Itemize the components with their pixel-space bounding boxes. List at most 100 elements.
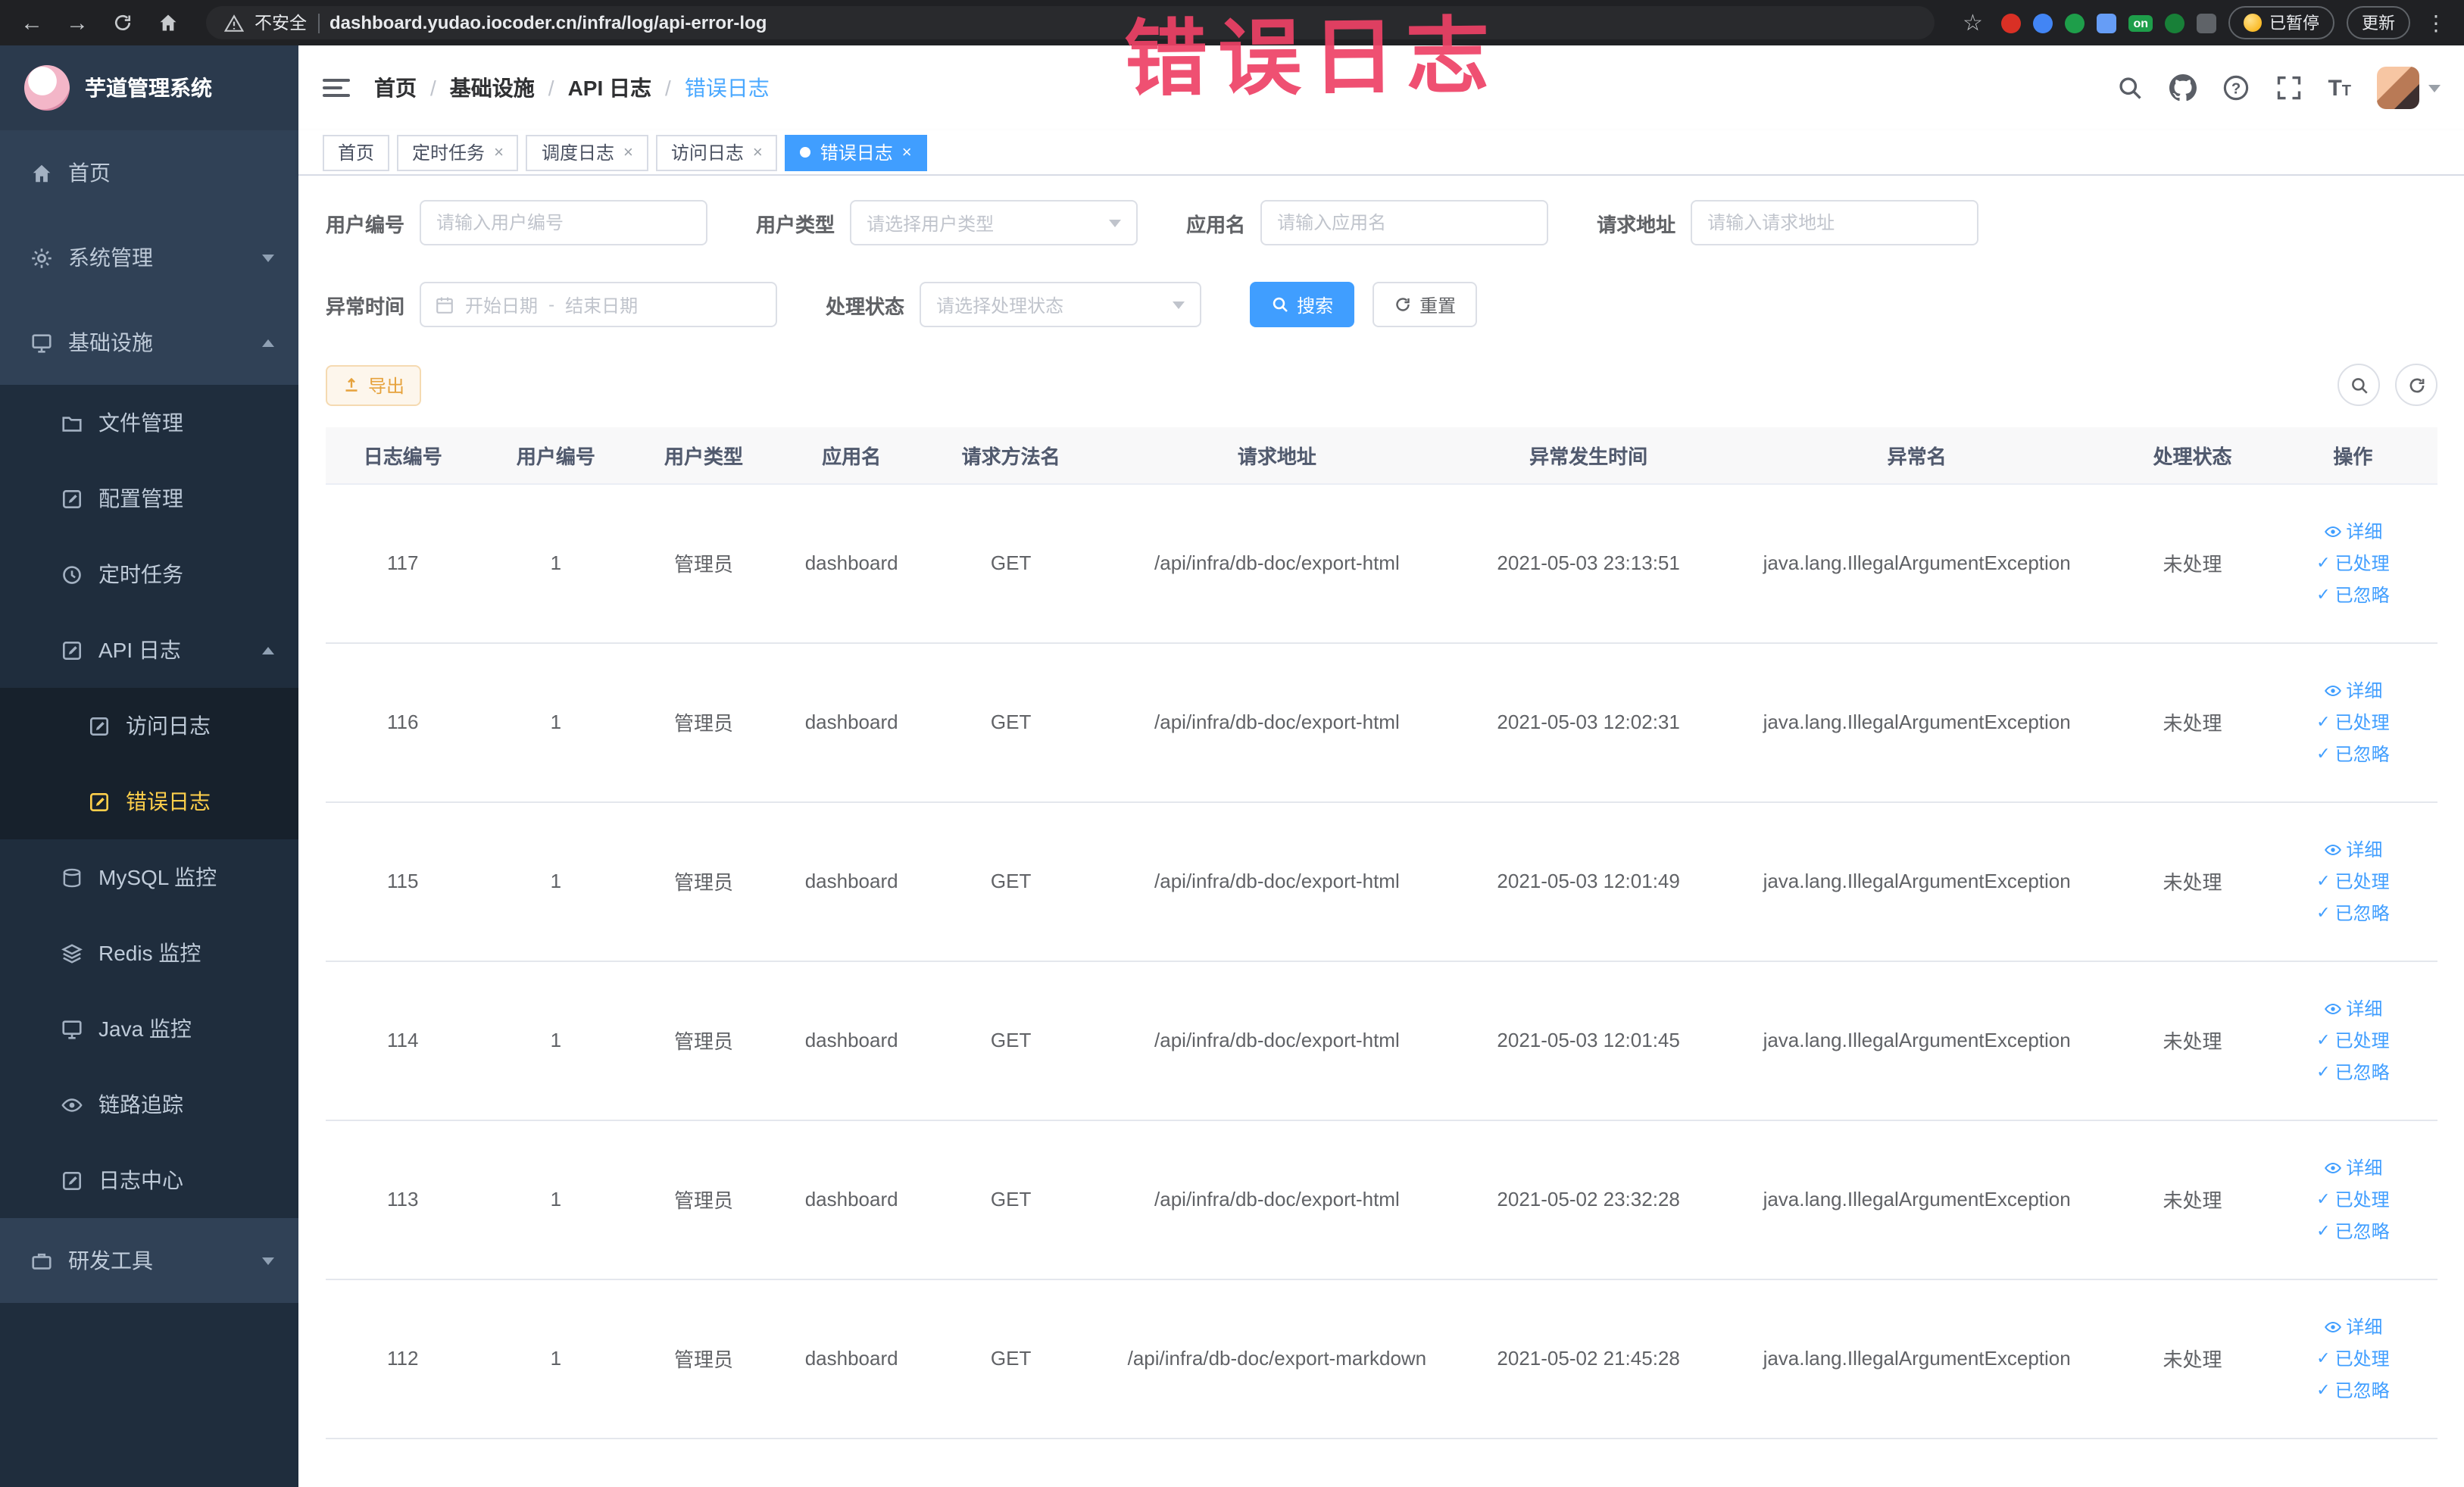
browser-menu-icon[interactable]: ⋮ [2422, 10, 2450, 36]
search-button[interactable]: 搜索 [1250, 282, 1355, 327]
sidebar-item-infrastructure[interactable]: 基础设施 [0, 300, 298, 385]
fullscreen-icon[interactable] [2275, 74, 2302, 102]
browser-back-icon[interactable]: ← [15, 6, 48, 39]
process-status-select[interactable]: 请选择处理状态 [920, 282, 1202, 327]
tab-schedule-log[interactable]: 调度日志 × [526, 134, 648, 170]
close-icon[interactable]: × [623, 143, 633, 161]
mark-processed-link[interactable]: ✓ 已处理 [2316, 709, 2389, 735]
extension-icon-4[interactable] [2097, 13, 2117, 33]
cell-app: dashboard [775, 961, 928, 1120]
app-logo[interactable]: 芋道管理系统 [0, 45, 298, 130]
detail-link[interactable]: 详细 [2323, 995, 2382, 1021]
sidebar-item-tracing[interactable]: 链路追踪 [0, 1067, 298, 1142]
screen: ← → 不安全 dashboard.yudao.iocoder.cn/infra… [0, 0, 2464, 1487]
font-size-icon[interactable]: TT [2328, 75, 2351, 101]
breadcrumb: 首页 / 基础设施 / API 日志 / 错误日志 [374, 73, 770, 103]
mark-ignored-link[interactable]: ✓ 已忽略 [2316, 1059, 2389, 1085]
sidebar-item-file-mgmt[interactable]: 文件管理 [0, 385, 298, 461]
sidebar-item-label: 系统管理 [68, 245, 153, 270]
close-icon[interactable]: × [753, 143, 763, 161]
mark-processed-link[interactable]: ✓ 已处理 [2316, 1186, 2389, 1212]
cell-exception: java.lang.IllegalArgumentException [1717, 483, 2117, 643]
mark-processed-link[interactable]: ✓ 已处理 [2316, 1027, 2389, 1053]
detail-link[interactable]: 详细 [2323, 1154, 2382, 1180]
cell-app: dashboard [775, 483, 928, 643]
extension-icon-5[interactable] [2165, 13, 2184, 33]
sidebar-item-config-mgmt[interactable]: 配置管理 [0, 461, 298, 536]
user-id-input[interactable] [420, 200, 708, 245]
extension-icon-2[interactable] [2033, 13, 2053, 33]
security-label[interactable]: 不安全 [255, 11, 307, 35]
github-icon[interactable] [2169, 74, 2197, 102]
browser-home-icon[interactable] [151, 6, 185, 39]
mark-processed-link[interactable]: ✓ 已处理 [2316, 1345, 2389, 1371]
mark-ignored-link[interactable]: ✓ 已忽略 [2316, 582, 2389, 608]
mark-ignored-link[interactable]: ✓ 已忽略 [2316, 900, 2389, 926]
close-icon[interactable]: × [902, 143, 912, 161]
user-type-select[interactable]: 请选择用户类型 [850, 200, 1138, 245]
toggle-search-button[interactable] [2338, 364, 2380, 406]
mark-ignored-link[interactable]: ✓ 已忽略 [2316, 741, 2389, 767]
paused-badge[interactable]: 已暂停 [2228, 6, 2334, 39]
sidebar-item-label: 链路追踪 [98, 1092, 183, 1117]
mark-ignored-link[interactable]: ✓ 已忽略 [2316, 1377, 2389, 1403]
refresh-table-button[interactable] [2395, 364, 2437, 406]
address-bar[interactable]: 不安全 dashboard.yudao.iocoder.cn/infra/log… [206, 6, 1935, 39]
tab-scheduled-jobs[interactable]: 定时任务 × [397, 134, 519, 170]
breadcrumb-home[interactable]: 首页 [374, 73, 417, 103]
mark-processed-link[interactable]: ✓ 已处理 [2316, 868, 2389, 894]
sidebar-item-home[interactable]: 首页 [0, 130, 298, 215]
breadcrumb-infrastructure[interactable]: 基础设施 [450, 73, 535, 103]
detail-link[interactable]: 详细 [2323, 518, 2382, 544]
eye-icon [2324, 1161, 2341, 1173]
bookmark-star-icon[interactable]: ☆ [1956, 6, 1989, 39]
tab-access-log[interactable]: 访问日志 × [655, 134, 778, 170]
check-icon: ✓ [2316, 873, 2331, 891]
sidebar-item-log-center[interactable]: 日志中心 [0, 1142, 298, 1218]
breadcrumb-api-logs[interactable]: API 日志 [568, 73, 651, 103]
user-menu[interactable] [2377, 67, 2441, 109]
extension-on-badge[interactable]: on [2128, 14, 2153, 31]
cell-app: dashboard [775, 801, 928, 961]
mark-processed-link[interactable]: ✓ 已处理 [2316, 550, 2389, 576]
mark-ignored-link[interactable]: ✓ 已忽略 [2316, 1218, 2389, 1244]
browser-forward-icon[interactable]: → [61, 6, 94, 39]
app-name-input[interactable] [1260, 200, 1549, 245]
browser-reload-icon[interactable] [106, 6, 139, 39]
extension-icon-1[interactable] [2001, 13, 2022, 33]
detail-link[interactable]: 详细 [2323, 677, 2382, 703]
tab-error-log[interactable]: 错误日志 × [785, 134, 927, 170]
close-icon[interactable]: × [494, 143, 504, 161]
export-button[interactable]: 导出 [326, 364, 422, 405]
tab-home[interactable]: 首页 [323, 134, 390, 170]
extension-icon-3[interactable] [2065, 13, 2085, 33]
url-text[interactable]: dashboard.yudao.iocoder.cn/infra/log/api… [329, 12, 767, 33]
detail-label: 详细 [2346, 521, 2383, 542]
sidebar-item-dev-tools[interactable]: 研发工具 [0, 1218, 298, 1303]
sidebar-item-system-mgmt[interactable]: 系统管理 [0, 215, 298, 300]
help-icon[interactable]: ? [2222, 74, 2249, 102]
database-icon [61, 866, 83, 889]
hamburger-icon[interactable] [323, 79, 350, 97]
cell-status: 未处理 [2116, 483, 2269, 643]
cell-method: GET [927, 1120, 1095, 1279]
sidebar-item-redis-monitor[interactable]: Redis 监控 [0, 915, 298, 991]
sidebar-item-label: 首页 [68, 161, 111, 185]
sidebar-item-error-log[interactable]: 错误日志 [0, 764, 298, 839]
cell-exception: java.lang.IllegalArgumentException [1717, 1120, 2117, 1279]
extension-icon-6[interactable] [2197, 13, 2216, 33]
sidebar-item-access-log[interactable]: 访问日志 [0, 688, 298, 764]
search-icon[interactable] [2116, 74, 2143, 102]
sidebar-item-api-logs[interactable]: API 日志 [0, 612, 298, 688]
request-url-input[interactable] [1691, 200, 1979, 245]
detail-link[interactable]: 详细 [2323, 836, 2382, 862]
sidebar-item-scheduled-jobs[interactable]: 定时任务 [0, 536, 298, 612]
java-monitor-icon [61, 1017, 83, 1040]
sidebar-item-mysql-monitor[interactable]: MySQL 监控 [0, 839, 298, 915]
exception-time-range-picker[interactable]: 开始日期 - 结束日期 [420, 282, 778, 327]
browser-update-button[interactable]: 更新 [2347, 6, 2410, 39]
reset-button[interactable]: 重置 [1373, 282, 1478, 327]
cell-exception: java.lang.IllegalArgumentException [1717, 801, 2117, 961]
detail-link[interactable]: 详细 [2323, 1314, 2382, 1339]
sidebar-item-java-monitor[interactable]: Java 监控 [0, 991, 298, 1067]
